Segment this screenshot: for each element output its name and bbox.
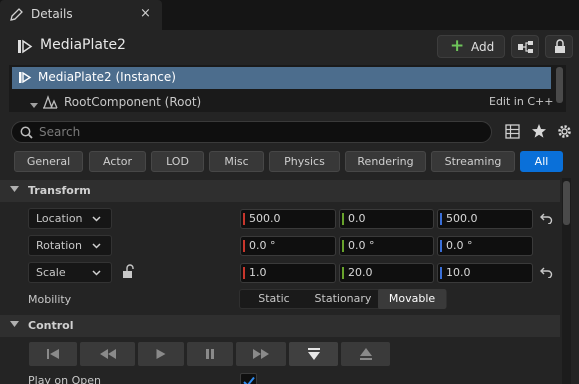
expand-arrow-icon[interactable] (30, 99, 38, 112)
location-x-field[interactable]: 500.0 (240, 209, 336, 229)
tree-item-instance-label: MediaPlate2 (Instance) (38, 70, 176, 84)
filter-general[interactable]: General (14, 151, 83, 172)
search-input[interactable] (39, 124, 479, 140)
fast-rewind-icon (99, 349, 116, 359)
tree-scrollbar[interactable] (556, 67, 563, 103)
media-plate-instance-icon (18, 71, 32, 87)
location-x-value: 500.0 (249, 212, 281, 225)
scale-x-value: 1.0 (249, 266, 267, 279)
details-scrollbar[interactable] (563, 181, 570, 225)
fast-forward-icon (253, 349, 269, 359)
pause-icon (206, 349, 214, 359)
location-z-value: 500.0 (446, 212, 478, 225)
rotation-y-field[interactable]: 0.0 ° (339, 236, 434, 256)
transform-section-header[interactable]: Transform (0, 180, 560, 202)
location-mode-dropdown[interactable]: Location (28, 208, 112, 229)
add-component-button[interactable]: + Add (437, 35, 505, 58)
lock-button[interactable] (545, 35, 573, 58)
location-y-value: 0.0 (348, 212, 366, 225)
rotation-z-value: 0.0 ° (446, 239, 473, 252)
scale-y-field[interactable]: 20.0 (339, 263, 434, 283)
chevron-down-icon (92, 216, 101, 222)
search-box (11, 121, 492, 143)
scale-lock-icon[interactable] (122, 264, 135, 282)
scale-z-field[interactable]: 10.0 (437, 263, 533, 283)
blueprint-hierarchy-button[interactable] (511, 35, 539, 58)
filter-lod[interactable]: LOD (151, 151, 204, 172)
rotation-label: Rotation (36, 239, 83, 252)
rewind-to-start-icon (47, 349, 59, 359)
rotation-mode-dropdown[interactable]: Rotation (28, 235, 112, 256)
plus-icon: + (450, 36, 465, 56)
transform-section-title: Transform (28, 184, 91, 197)
lock-icon (555, 39, 565, 53)
hierarchy-icon (518, 41, 533, 53)
scale-mode-dropdown[interactable]: Scale (28, 262, 112, 283)
chevron-down-icon (92, 243, 101, 249)
tab-title: Details (31, 7, 73, 21)
search-icon (20, 126, 33, 139)
tab-details[interactable]: Details × (0, 0, 162, 30)
eject-icon (359, 348, 372, 360)
open-media-icon (307, 348, 320, 360)
tree-item-root-label[interactable]: RootComponent (Root) (64, 95, 201, 109)
rotation-x-field[interactable]: 0.0 ° (240, 236, 336, 256)
checkmark-icon (243, 376, 255, 384)
control-section-title: Control (28, 319, 74, 332)
location-y-field[interactable]: 0.0 (339, 209, 434, 229)
rotation-y-value: 0.0 ° (348, 239, 375, 252)
play-on-open-label: Play on Open (28, 374, 102, 384)
reset-scale-icon[interactable] (540, 266, 553, 281)
close-icon[interactable]: × (140, 6, 151, 21)
object-name: MediaPlate2 (40, 37, 126, 53)
filter-misc[interactable]: Misc (209, 151, 264, 172)
scale-z-value: 10.0 (446, 266, 471, 279)
mobility-static[interactable]: Static (240, 289, 308, 309)
eject-button[interactable] (341, 342, 390, 366)
filter-physics[interactable]: Physics (269, 151, 340, 172)
fast-forward-button[interactable] (236, 342, 286, 366)
play-on-open-checkbox[interactable] (240, 373, 257, 384)
mobility-label: Mobility (28, 293, 72, 306)
media-plate-icon (17, 39, 33, 57)
rotation-x-value: 0.0 ° (249, 239, 276, 252)
collapse-arrow-icon (10, 321, 19, 327)
pause-button[interactable] (187, 342, 233, 366)
rotation-z-field[interactable]: 0.0 ° (437, 236, 533, 256)
scale-x-field[interactable]: 1.0 (240, 263, 336, 283)
add-button-label: Add (471, 40, 495, 54)
mobility-movable[interactable]: Movable (378, 289, 446, 309)
scale-label: Scale (36, 266, 66, 279)
location-label: Location (36, 212, 83, 225)
reset-location-icon[interactable] (540, 212, 553, 227)
scene-component-icon (42, 95, 58, 112)
favorites-star-icon[interactable] (531, 123, 547, 142)
rewind-to-start-button[interactable] (29, 342, 77, 366)
filter-all[interactable]: All (520, 151, 563, 172)
edit-in-cpp-link[interactable]: Edit in C++ (489, 95, 553, 108)
property-matrix-icon[interactable] (505, 124, 520, 142)
location-z-field[interactable]: 500.0 (437, 209, 533, 229)
play-button[interactable] (138, 342, 184, 366)
fast-rewind-button[interactable] (80, 342, 135, 366)
control-section-header[interactable]: Control (0, 315, 560, 337)
filter-actor[interactable]: Actor (89, 151, 146, 172)
mobility-stationary[interactable]: Stationary (309, 289, 377, 309)
collapse-arrow-icon (10, 186, 19, 192)
play-icon (156, 349, 166, 359)
open-media-button[interactable] (289, 342, 338, 366)
scale-y-value: 20.0 (348, 266, 373, 279)
filter-rendering[interactable]: Rendering (345, 151, 426, 172)
pencil-icon (9, 7, 24, 25)
settings-gear-icon[interactable] (556, 123, 573, 143)
chevron-down-icon (92, 270, 101, 276)
filter-streaming[interactable]: Streaming (431, 151, 515, 172)
